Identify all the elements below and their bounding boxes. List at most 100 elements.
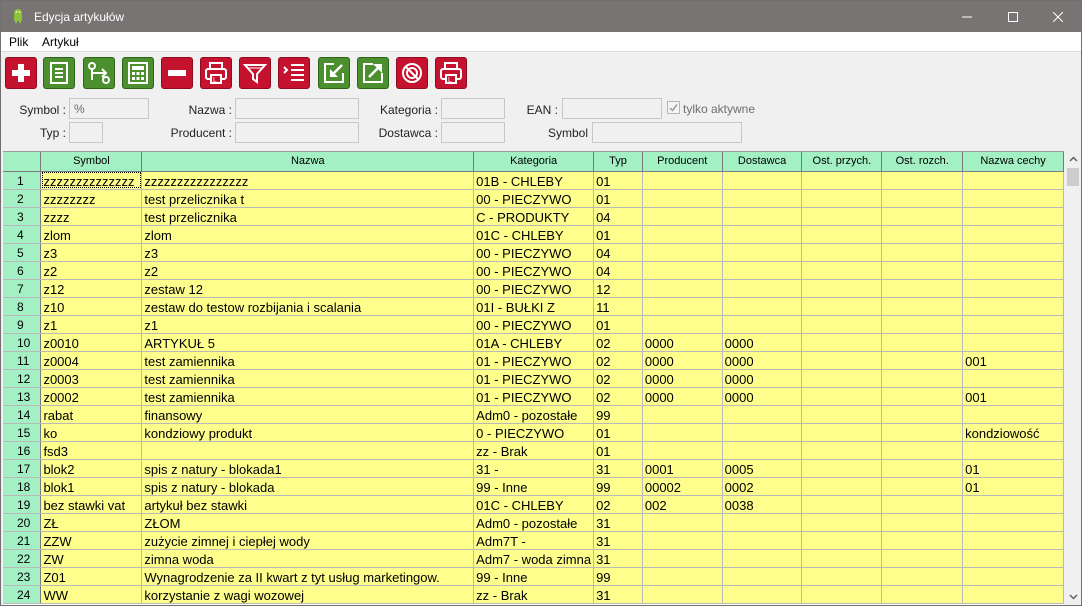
table-row[interactable]: 18 blok1 spis z natury - blokada 99 - Inne 9… (3, 477, 1064, 496)
table-cell[interactable]: 12 (593, 279, 643, 298)
table-cell[interactable] (642, 549, 723, 568)
table-cell[interactable]: z12 (40, 279, 143, 298)
table-cell[interactable] (801, 513, 883, 532)
table-cell[interactable] (881, 243, 964, 262)
table-cell[interactable]: test zamiennika (141, 387, 475, 406)
table-cell[interactable]: 01 (593, 171, 643, 190)
table-cell[interactable] (881, 531, 964, 550)
table-cell[interactable] (722, 423, 803, 442)
table-cell[interactable] (642, 423, 723, 442)
table-cell[interactable]: 04 (593, 261, 643, 280)
table-cell[interactable]: 0000 (642, 369, 723, 388)
table-cell[interactable] (962, 333, 1064, 352)
table-cell[interactable]: 02 (593, 351, 643, 370)
table-cell[interactable]: 31 (593, 549, 643, 568)
table-cell[interactable]: 0005 (722, 459, 803, 478)
table-cell[interactable]: 00 - PIECZYWO (473, 243, 595, 262)
table-cell[interactable] (881, 549, 964, 568)
table-cell[interactable]: 01 (962, 459, 1064, 478)
table-row[interactable]: 14 rabat finansowy Adm0 - pozostałe 99 (3, 405, 1064, 424)
table-cell[interactable] (642, 225, 723, 244)
table-cell[interactable]: ZZW (40, 531, 143, 550)
table-cell[interactable] (722, 243, 803, 262)
table-cell[interactable] (722, 567, 803, 586)
table-cell[interactable]: ZŁOM (141, 513, 475, 532)
table-row[interactable]: 11 z0004 test zamiennika 01 - PIECZYWO 02 000… (3, 351, 1064, 370)
table-cell[interactable] (801, 567, 883, 586)
table-row[interactable]: 12 z0003 test zamiennika 01 - PIECZYWO 02 000… (3, 369, 1064, 388)
table-cell[interactable]: 01I - BUŁKI Z (473, 297, 595, 316)
table-cell[interactable]: 04 (593, 243, 643, 262)
table-cell[interactable]: ko (40, 423, 143, 442)
table-cell[interactable]: Z01 (40, 567, 143, 586)
table-cell[interactable] (801, 315, 883, 334)
table-row[interactable]: 6 z2 z2 00 - PIECZYWO 04 (3, 261, 1064, 280)
table-cell[interactable] (642, 567, 723, 586)
column-header[interactable]: Nazwa (141, 152, 475, 172)
column-header[interactable]: Typ (593, 152, 643, 172)
table-cell[interactable]: 01 - PIECZYWO (473, 351, 595, 370)
table-cell[interactable] (722, 513, 803, 532)
table-cell[interactable] (642, 279, 723, 298)
table-cell[interactable]: 00 - PIECZYWO (473, 315, 595, 334)
table-cell[interactable]: 02 (593, 495, 643, 514)
table-cell[interactable] (642, 243, 723, 262)
table-cell[interactable] (801, 459, 883, 478)
table-cell[interactable]: ZŁ (40, 513, 143, 532)
table-cell[interactable] (801, 441, 883, 460)
table-cell[interactable]: 02 (593, 387, 643, 406)
table-cell[interactable]: zzzz (40, 207, 143, 226)
table-cell[interactable]: 0002 (722, 477, 803, 496)
table-cell[interactable]: 02 (593, 333, 643, 352)
table-cell[interactable] (801, 207, 883, 226)
table-cell[interactable] (722, 171, 803, 190)
table-cell[interactable] (801, 333, 883, 352)
table-cell[interactable] (801, 531, 883, 550)
producent-field[interactable] (235, 122, 359, 143)
table-cell[interactable] (642, 585, 723, 604)
table-cell[interactable]: 01 (593, 423, 643, 442)
table-cell[interactable]: 99 (593, 477, 643, 496)
table-cell[interactable] (722, 261, 803, 280)
print-button[interactable]: L (200, 57, 232, 89)
table-cell[interactable]: 00 - PIECZYWO (473, 189, 595, 208)
table-row[interactable]: 16 fsd3 zz - Brak 01 (3, 441, 1064, 460)
table-row[interactable]: 15 ko kondziowy produkt 0 - PIECZYWO 01 kondz… (3, 423, 1064, 442)
table-cell[interactable]: zz - Brak (473, 441, 595, 460)
table-row[interactable]: 17 blok2 spis z natury - blokada1 31 -31 000… (3, 459, 1064, 478)
table-cell[interactable] (722, 297, 803, 316)
table-cell[interactable]: test przelicznika (141, 207, 475, 226)
table-cell[interactable] (962, 405, 1064, 424)
table-cell[interactable]: 04 (593, 207, 643, 226)
table-cell[interactable] (801, 243, 883, 262)
table-cell[interactable]: 99 (593, 405, 643, 424)
table-cell[interactable] (722, 441, 803, 460)
column-header[interactable]: Symbol (40, 152, 143, 172)
table-row[interactable]: 9 z1 z1 00 - PIECZYWO 01 (3, 315, 1064, 334)
table-cell[interactable]: 0000 (722, 369, 803, 388)
table-cell[interactable]: spis z natury - blokada (141, 477, 475, 496)
table-row[interactable]: 10 z0010 ARTYKUŁ 5 01A - CHLEBY 02 0000 0000 (3, 333, 1064, 352)
table-cell[interactable]: 001 (962, 387, 1064, 406)
table-cell[interactable] (881, 513, 964, 532)
table-cell[interactable]: kondziowość (962, 423, 1064, 442)
table-cell[interactable]: 0 - PIECZYWO (473, 423, 595, 442)
sort-button[interactable] (278, 57, 310, 89)
nazwa-field[interactable] (235, 98, 359, 119)
table-cell[interactable] (801, 549, 883, 568)
table-cell[interactable] (801, 351, 883, 370)
table-cell[interactable] (881, 351, 964, 370)
dostawca-field[interactable] (441, 122, 505, 143)
table-cell[interactable] (801, 585, 883, 604)
table-cell[interactable]: bez stawki vat (40, 495, 143, 514)
table-cell[interactable] (642, 261, 723, 280)
table-cell[interactable] (881, 495, 964, 514)
table-cell[interactable]: Adm7 - woda zimna (473, 549, 595, 568)
table-cell[interactable] (881, 171, 964, 190)
table-row[interactable]: 4 zlom zlom 01C - CHLEBY 01 (3, 225, 1064, 244)
table-cell[interactable] (801, 189, 883, 208)
table-cell[interactable]: blok1 (40, 477, 143, 496)
table-cell[interactable] (801, 387, 883, 406)
table-cell[interactable]: zestaw do testow rozbijania i scalania (141, 297, 475, 316)
table-cell[interactable]: test zamiennika (141, 351, 475, 370)
